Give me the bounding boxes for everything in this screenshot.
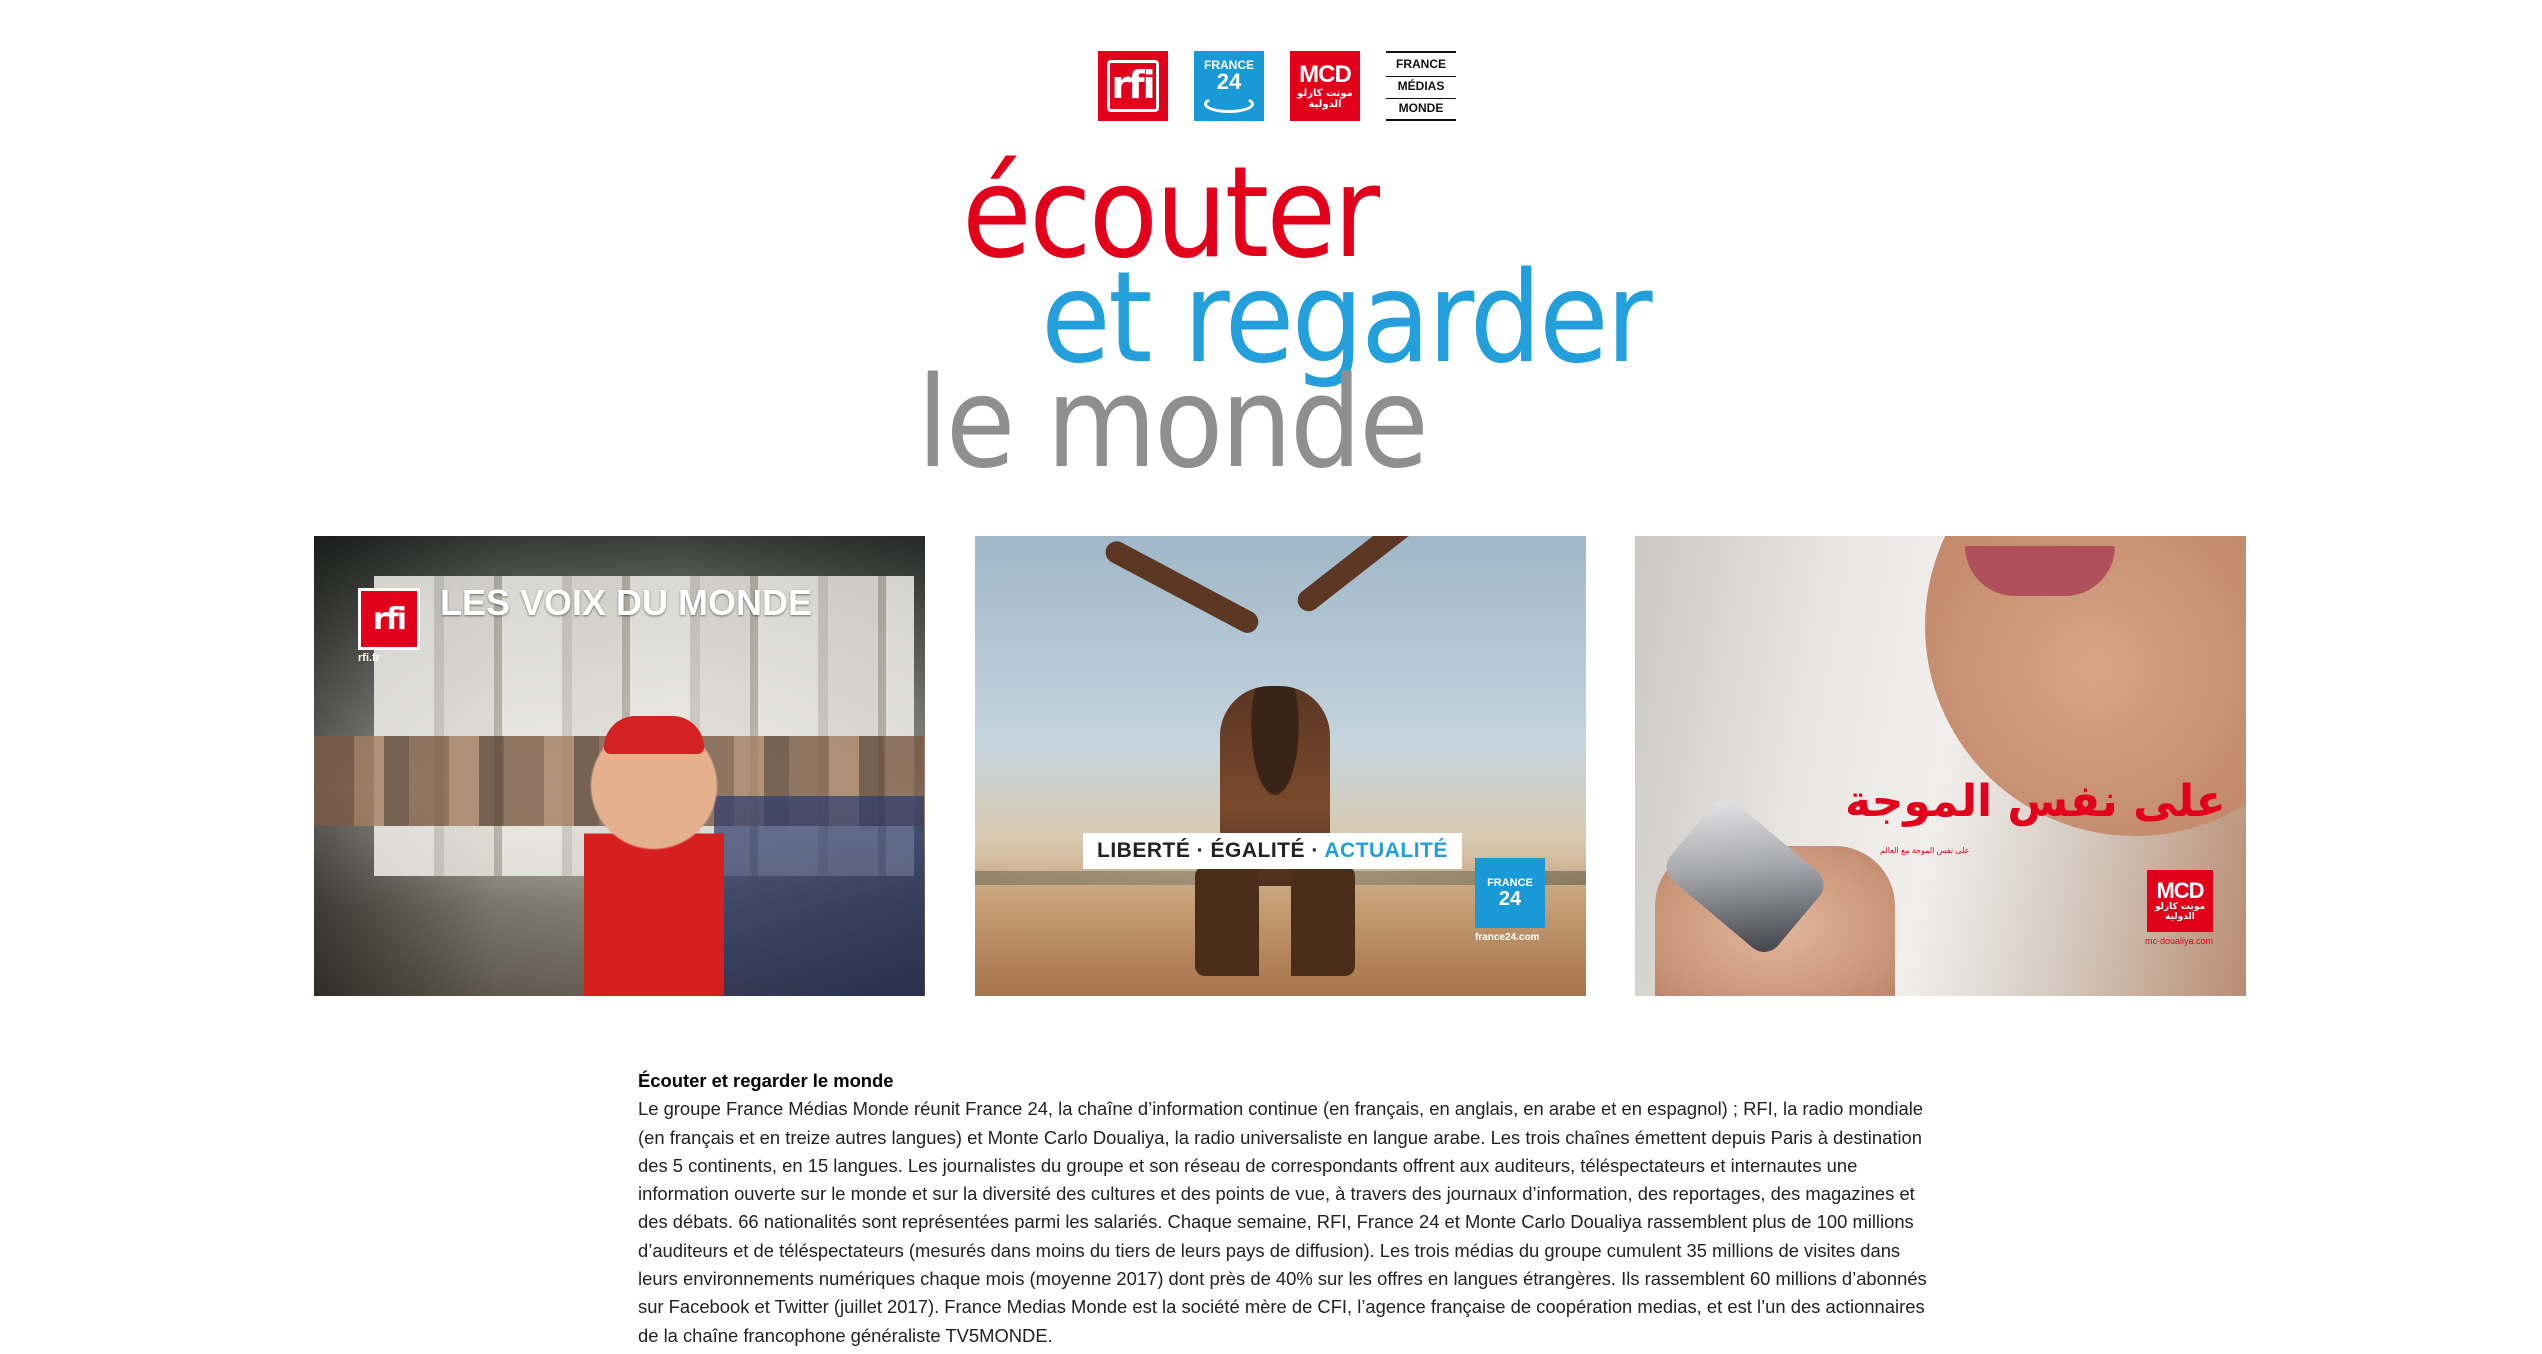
mcd-logo[interactable]: MCD مونت كارلو الدولية	[1290, 51, 1360, 121]
child-photo	[584, 716, 724, 996]
article-title: Écouter et regarder le monde	[638, 1070, 894, 1091]
mcd-panel-logo: MCD مونت كارلو الدولية	[2147, 870, 2213, 932]
france24-panel-logo-line1: FRANCE	[1487, 876, 1533, 889]
mcd-logo-line2: مونت كارلو	[1297, 88, 1353, 100]
article-body: Le groupe France Médias Monde réunit Fra…	[638, 1098, 1927, 1346]
headline-line-3: le monde	[917, 349, 1429, 496]
fmm-logo-line: MONDE	[1386, 98, 1456, 117]
rfi-logo[interactable]: rfi	[1098, 51, 1168, 121]
mcd-panel-logo-line1: MCD	[2156, 878, 2204, 904]
rfi-logo-text: rfi	[1111, 63, 1155, 107]
crowd-dark-area	[714, 796, 924, 996]
france24-campaign-image[interactable]: LIBERTÉ · ÉGALITÉ · ACTUALITÉ FRANCE 24 …	[975, 536, 1586, 996]
france-medias-monde-logo[interactable]: FRANCE MÉDIAS MONDE	[1386, 51, 1456, 121]
article: Écouter et regarder le monde Le groupe F…	[638, 1067, 1928, 1350]
mcd-panel-logo-line2: مونت كارلو الدولية	[2154, 902, 2206, 923]
fmm-logo-line: FRANCE	[1396, 56, 1446, 71]
mcd-logo-line3: الدولية	[1308, 99, 1342, 111]
rfi-campaign-image[interactable]: rfi rfi.fr LES VOIX DU MONDE	[314, 536, 925, 996]
rfi-panel-logo-text: rfi	[372, 601, 407, 637]
mcd-panel-slogan: على نفس الموجة	[1845, 776, 2226, 827]
france24-logo-line2: 24	[1216, 69, 1242, 94]
france24-panel-logo-line2: 24	[1498, 887, 1522, 910]
france24-panel-logo: FRANCE 24	[1475, 858, 1545, 928]
france24-wave-icon	[1204, 95, 1254, 113]
jumper-legs-photo	[1195, 866, 1355, 976]
mcd-campaign-image[interactable]: على نفس الموجة على نفس الموجة مع العالم …	[1635, 536, 2246, 996]
france24-panel-banner: LIBERTÉ · ÉGALITÉ · ACTUALITÉ	[1083, 833, 1462, 869]
mcd-panel-subslogan: على نفس الموجة مع العالم	[1880, 846, 1970, 855]
france24-logo[interactable]: FRANCE 24	[1194, 51, 1264, 121]
mcd-logo-line1: MCD	[1299, 60, 1352, 88]
mcd-panel-url: mc-doualiya.com	[2145, 936, 2214, 946]
rfi-panel-tagline: LES VOIX DU MONDE	[440, 582, 813, 623]
child-headband-photo	[604, 716, 704, 754]
fmm-logo-line: MÉDIAS	[1386, 75, 1456, 95]
brand-logo-bar: rfi FRANCE 24 MCD مونت كارلو الدولية FRA…	[1098, 51, 1456, 121]
rfi-panel-url: rfi.fr	[358, 652, 380, 664]
rfi-panel-logo: rfi	[358, 588, 420, 650]
france24-panel-url: france24.com	[1475, 932, 1540, 943]
france24-banner-part1: LIBERTÉ · ÉGALITÉ ·	[1097, 839, 1325, 862]
france24-banner-part2: ACTUALITÉ	[1324, 839, 1448, 862]
